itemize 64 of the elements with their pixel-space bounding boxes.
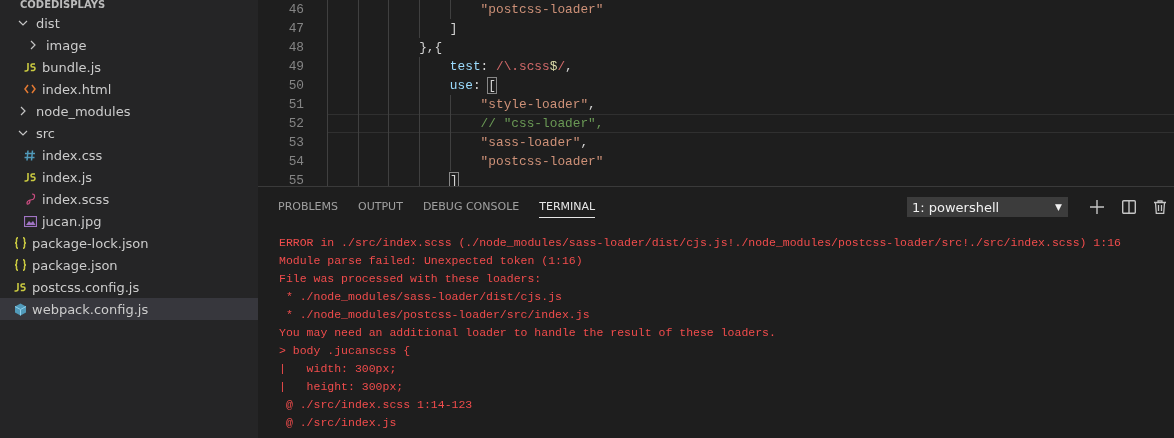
folder-item[interactable]: dist xyxy=(0,12,258,34)
file-item[interactable]: bundle.js xyxy=(0,56,258,78)
file-item[interactable]: index.scss xyxy=(0,188,258,210)
terminal-output-line: | height: 300px; xyxy=(279,379,405,395)
trash-icon[interactable] xyxy=(1154,200,1166,214)
code-line: ] xyxy=(448,173,458,186)
curly-braces-icon xyxy=(14,237,27,249)
file-item[interactable]: index.js xyxy=(0,166,258,188)
terminal-output-line: * ./node_modules/sass-loader/dist/cjs.js xyxy=(284,289,563,305)
js-file-icon xyxy=(14,282,26,292)
code-line: // "css-loader", xyxy=(479,116,604,131)
folder-item[interactable]: image xyxy=(0,34,258,56)
cube-icon xyxy=(14,302,27,316)
file-item[interactable]: jucan.jpg xyxy=(0,210,258,232)
split-icon[interactable] xyxy=(1122,200,1136,214)
terminal-output-line: * ./node_modules/postcss-loader/src/index.js xyxy=(284,307,591,323)
file-item[interactable]: index.html xyxy=(0,78,258,100)
terminal-output-line: | width: 300px; xyxy=(279,361,398,377)
terminal-output-line: @ ./src/index.js xyxy=(284,415,398,431)
terminal-output-line: ERROR in ./src/index.scss (./node_modules/sass-loader/dist/cjs.js!./node_modules/postcss-loader/src!./src/index.scss) 1:16 xyxy=(279,235,1122,251)
file-item[interactable]: package.json xyxy=(0,254,258,276)
code-line: },{ xyxy=(418,40,443,55)
line-number: 52 xyxy=(287,116,304,131)
code-line: "postcss-loader" xyxy=(479,154,604,169)
panel-tab[interactable]: TERMINAL xyxy=(539,196,596,218)
code-line: ] xyxy=(448,21,458,36)
line-number: 51 xyxy=(287,97,304,112)
code-line: "sass-loader", xyxy=(479,135,589,150)
terminal-output-line: File was processed with these loaders: xyxy=(279,271,543,287)
terminal-output-line: @ ./src/index.scss 1:14-123 xyxy=(284,397,474,413)
code-line: use: [ xyxy=(448,78,496,93)
js-file-icon xyxy=(24,62,36,72)
line-number: 53 xyxy=(287,135,304,150)
file-item[interactable]: package-lock.json xyxy=(0,232,258,254)
code-brackets-icon xyxy=(24,84,36,94)
terminal-output-line: > body .jucanscss { xyxy=(279,343,412,359)
line-number: 48 xyxy=(287,40,304,55)
line-number: 50 xyxy=(287,78,304,93)
line-number: 55 xyxy=(287,173,304,186)
terminal-output-line: Module parse failed: Unexpected token (1:16) xyxy=(279,253,584,269)
image-file-icon xyxy=(24,215,37,227)
file-item[interactable]: webpack.config.js xyxy=(0,298,258,320)
code-line: "postcss-loader" xyxy=(479,2,604,17)
file-item[interactable]: postcss.config.js xyxy=(0,276,258,298)
line-number: 54 xyxy=(287,154,304,169)
scss-file-icon xyxy=(24,193,36,205)
line-number: 49 xyxy=(287,59,304,74)
curly-braces-icon xyxy=(14,259,27,271)
plus-icon[interactable] xyxy=(1090,200,1104,214)
line-number: 47 xyxy=(287,21,304,36)
explorer-section-header[interactable]: CODEDISPLAYS xyxy=(0,0,258,12)
panel-tab[interactable]: PROBLEMS xyxy=(278,196,339,218)
line-number: 46 xyxy=(287,2,304,17)
terminal-output-line: You may need an additional loader to handle the result of these loaders. xyxy=(279,325,777,341)
panel-tab[interactable]: OUTPUT xyxy=(358,196,403,218)
file-item[interactable]: index.css xyxy=(0,144,258,166)
js-file-icon xyxy=(24,172,36,182)
hash-icon xyxy=(24,149,36,161)
code-line: "style-loader", xyxy=(479,97,596,112)
code-line: test: /\.scss$/, xyxy=(448,59,573,74)
panel-tab[interactable]: DEBUG CONSOLE xyxy=(422,196,520,218)
folder-item[interactable]: node_modules xyxy=(0,100,258,122)
terminal-dropdown[interactable]: 1: powershell ▼ xyxy=(907,197,1068,217)
folder-item[interactable]: src xyxy=(0,122,258,144)
